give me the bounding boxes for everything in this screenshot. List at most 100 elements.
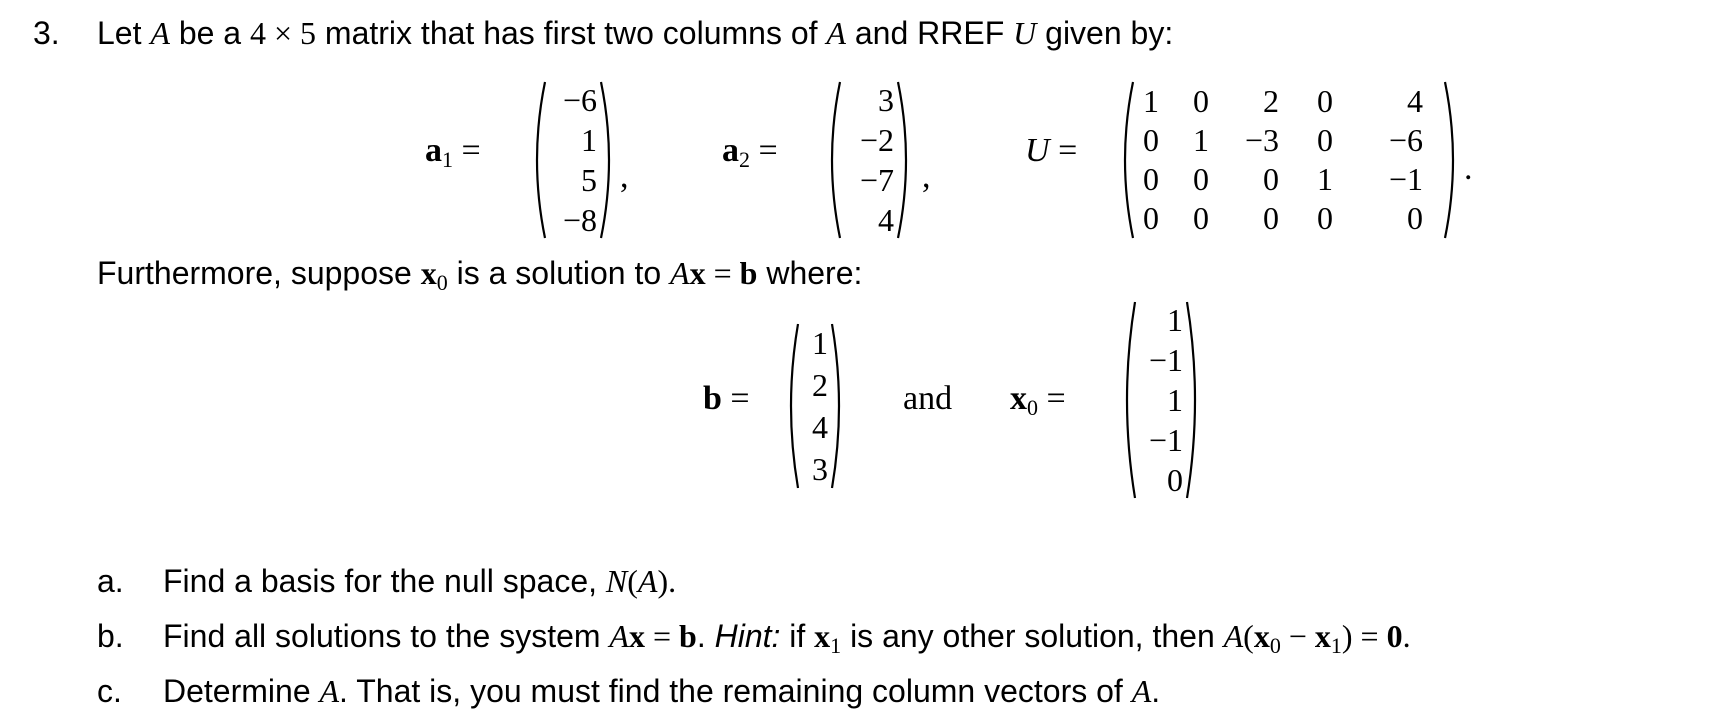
U-entry: 4 [1407, 83, 1423, 119]
math-x: x [420, 255, 437, 291]
math-A: A [150, 15, 170, 51]
math-A: A [1131, 673, 1152, 709]
U-entry: 0 [1193, 83, 1209, 119]
intro-text: given by: [1036, 15, 1174, 51]
vector-a1: −6 1 5 −8 [547, 80, 597, 240]
text: Find all solutions to the system [163, 618, 610, 654]
part-b-label: b. [97, 618, 124, 654]
math-x: x [1253, 618, 1270, 654]
U-entry: 2 [1263, 83, 1279, 119]
math-zero-vector: 0 [1386, 618, 1403, 654]
a2-label: a2 = [722, 132, 778, 172]
right-paren-icon [1443, 81, 1455, 239]
b-symbol: b [703, 380, 722, 417]
furthermore-text: Furthermore, suppose x0 is a solution to… [97, 254, 862, 302]
intro-text: Let [97, 15, 151, 51]
text: if [780, 618, 815, 654]
part-c-text: Determine A. That is, you must find the … [163, 672, 1160, 710]
U-entry: −1 [1388, 161, 1423, 197]
right-paren-icon [896, 81, 908, 239]
problem-intro: Let A be a 4 × 5 matrix that has first t… [97, 14, 1173, 52]
vector-x0: 1 −1 1 −1 0 [1137, 300, 1183, 500]
U-entry: 0 [1317, 200, 1333, 236]
a1-subscript: 1 [442, 147, 453, 172]
math-x: x [628, 618, 645, 654]
left-paren-icon [1125, 301, 1137, 499]
U-entry: −6 [1388, 122, 1423, 158]
x0-label: x0 = [1010, 380, 1066, 420]
text: Determine [163, 673, 320, 709]
a2-entry: 4 [878, 201, 894, 238]
vector-b: 1 2 4 3 [798, 322, 828, 490]
a1-label: a1 = [425, 132, 481, 172]
text: is any other solution, then [841, 618, 1224, 654]
x0-entry: 0 [1167, 461, 1183, 498]
math-A: A [1223, 618, 1244, 654]
math-equals: ) = [1341, 618, 1387, 654]
b-entry: 1 [812, 324, 828, 361]
a1-entry: 1 [581, 121, 597, 158]
text: ). [657, 563, 677, 599]
U-entry: 1 [1193, 122, 1209, 158]
math-subscript: 1 [1330, 633, 1342, 658]
x0-entry: −1 [1148, 341, 1183, 378]
b-entry: 2 [812, 366, 828, 403]
math-A: A [826, 15, 846, 51]
math-subscript: 0 [1269, 633, 1281, 658]
math-dimensions: 4 × 5 [249, 15, 317, 51]
part-a-label: a. [97, 563, 124, 599]
comma: , [922, 158, 931, 195]
text: Find a basis for the null space, [163, 563, 606, 599]
text: is a solution to [447, 255, 671, 291]
U-entry: 0 [1143, 200, 1159, 236]
math-subscript: 0 [436, 270, 448, 295]
left-paren-icon [830, 81, 842, 239]
a2-entry: 3 [878, 81, 894, 118]
a1-entry: 5 [581, 161, 597, 198]
x0-symbol: x [1010, 380, 1027, 417]
math-x: x [1314, 618, 1331, 654]
text: Furthermore, suppose [97, 255, 421, 291]
U-entry: 0 [1317, 122, 1333, 158]
U-entry: 0 [1407, 200, 1423, 236]
intro-text: matrix that has first two columns of [316, 15, 827, 51]
left-paren-icon [1123, 81, 1135, 239]
vector-a2: 3 −2 −7 4 [842, 80, 894, 240]
a1-entry: −6 [562, 81, 597, 118]
math-A: A [637, 563, 658, 599]
U-entry: 1 [1317, 161, 1333, 197]
U-entry: 0 [1263, 161, 1279, 197]
b-label: b = [703, 380, 750, 417]
text: . [696, 618, 715, 654]
a1-entry: −8 [562, 201, 597, 238]
and-label: and [903, 380, 953, 417]
math-N: N [605, 563, 628, 599]
math-b: b [679, 618, 697, 654]
a1-symbol: a [425, 132, 442, 169]
intro-text: be a [169, 15, 250, 51]
x0-entry: 1 [1167, 301, 1183, 338]
intro-text: and RREF [845, 15, 1014, 51]
math-U: U [1013, 15, 1037, 51]
text: . [1151, 673, 1161, 709]
U-label: U = [1025, 132, 1078, 169]
a2-symbol: a [722, 132, 739, 169]
b-entry: 4 [812, 408, 828, 445]
U-entry: 0 [1143, 161, 1159, 197]
math-A: A [609, 618, 629, 654]
U-entry: 0 [1317, 83, 1333, 119]
math-equals: = [705, 255, 740, 291]
right-paren-icon [599, 81, 611, 239]
U-entry: 0 [1193, 200, 1209, 236]
comma: , [620, 158, 629, 195]
hint-label: Hint: [714, 618, 781, 654]
U-entry: −3 [1244, 122, 1279, 158]
U-entry: 0 [1193, 161, 1209, 197]
U-entry: 1 [1143, 83, 1159, 119]
a2-entry: −2 [859, 121, 894, 158]
right-paren-icon [830, 323, 841, 489]
right-paren-icon [1185, 301, 1197, 499]
text: . [1402, 618, 1411, 654]
problem-number: 3. [33, 15, 60, 51]
math-A: A [319, 673, 340, 709]
